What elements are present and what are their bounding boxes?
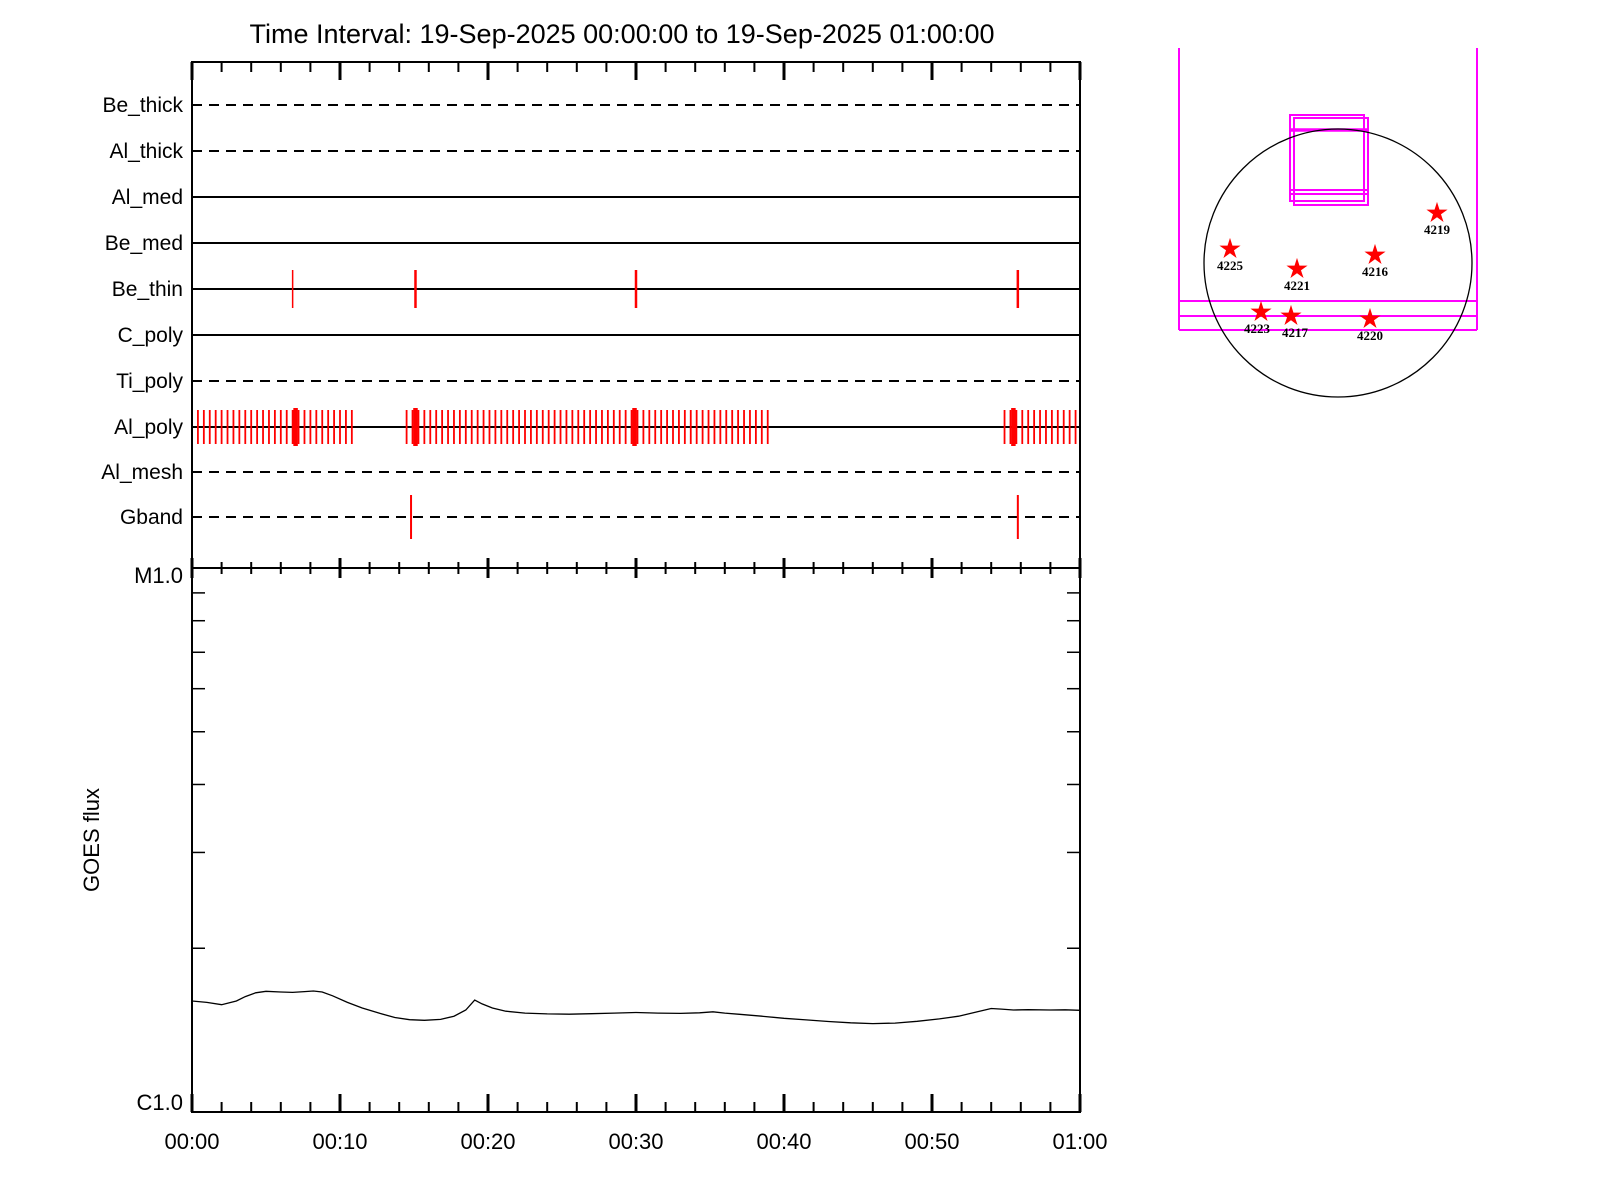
time-label-00-10: 00:10 <box>312 1129 367 1154</box>
ar-star-4217 <box>1280 304 1302 326</box>
timeline-row-lines <box>192 104 1080 518</box>
goes-ymax-label: M1.0 <box>134 563 183 588</box>
timeline-panel-border <box>191 61 1081 569</box>
solar-disk <box>1203 128 1473 398</box>
ar-label-4221: 4221 <box>1284 278 1310 293</box>
ar-label-4225: 4225 <box>1217 258 1244 273</box>
goes-xticks <box>190 1094 1082 1112</box>
timeline-row-labels: Be_thick Al_thick Al_med Be_med Be_thin C_pol… <box>101 94 183 529</box>
goes-flux-curve <box>191 990 1081 1025</box>
sun-fov-map: 4225 4221 4216 4219 4223 4217 4220 <box>1178 48 1478 398</box>
goes-ylabel: GOES flux <box>79 788 104 892</box>
ar-label-4220: 4220 <box>1357 328 1383 343</box>
ar-label-4217: 4217 <box>1282 325 1309 340</box>
goes-panel-border <box>191 567 1081 1113</box>
time-axis-labels: 00:00 00:10 00:20 00:30 00:40 00:50 01:00 <box>164 1129 1107 1154</box>
row-label-be_med: Be_med <box>105 232 183 255</box>
row-label-be_thick: Be_thick <box>102 94 183 117</box>
ar-label-4219: 4219 <box>1424 222 1451 237</box>
xrt-goes-plan-plot: Time Interval: 19-Sep-2025 00:00:00 to 1… <box>0 0 1600 1200</box>
ar-star-4225 <box>1219 237 1241 259</box>
time-label-00-20: 00:20 <box>460 1129 515 1154</box>
plot-title: Time Interval: 19-Sep-2025 00:00:00 to 1… <box>249 19 994 49</box>
plot-svg: Time Interval: 19-Sep-2025 00:00:00 to 1… <box>79 19 1478 1154</box>
row-label-al_poly: Al_poly <box>114 416 183 439</box>
fov-small-box-a <box>1289 114 1365 202</box>
ar-star-4220 <box>1359 307 1381 329</box>
row-label-c_poly: C_poly <box>118 324 184 347</box>
time-label-00-50: 00:50 <box>904 1129 959 1154</box>
time-label-00-30: 00:30 <box>608 1129 663 1154</box>
row-label-gband: Gband <box>120 506 183 529</box>
ar-star-4216 <box>1364 243 1386 265</box>
goes-ymin-label: C1.0 <box>137 1090 183 1115</box>
row-label-al_thick: Al_thick <box>109 140 183 163</box>
ar-star-4223 <box>1250 300 1272 322</box>
fov-boxes <box>1178 48 1478 331</box>
row-label-ti_poly: Ti_poly <box>116 370 183 393</box>
panel-borders <box>191 61 1081 1113</box>
timeline-xticks <box>190 62 1082 578</box>
row-label-be_thin: Be_thin <box>112 278 183 301</box>
row-label-al_mesh: Al_mesh <box>101 461 183 484</box>
time-label-01-00: 01:00 <box>1052 1129 1107 1154</box>
goes-yticks <box>193 592 1079 949</box>
time-label-00-00: 00:00 <box>164 1129 219 1154</box>
goes-panel: M1.0 C1.0 GOES flux 00:00 00:10 00:20 00:30… <box>79 563 1108 1154</box>
timeline-panel: Be_thick Al_thick Al_med Be_med Be_thin C_pol… <box>101 62 1082 578</box>
row-label-al_med: Al_med <box>112 186 183 209</box>
ar-label-4216: 4216 <box>1362 264 1389 279</box>
ar-star-4221 <box>1286 257 1308 279</box>
exposure-marks <box>197 270 1077 539</box>
ar-star-4219 <box>1426 201 1448 223</box>
time-label-00-40: 00:40 <box>756 1129 811 1154</box>
ar-label-4223: 4223 <box>1244 321 1271 336</box>
active-region-stars: 4225 4221 4216 4219 4223 4217 4220 <box>1217 201 1451 343</box>
